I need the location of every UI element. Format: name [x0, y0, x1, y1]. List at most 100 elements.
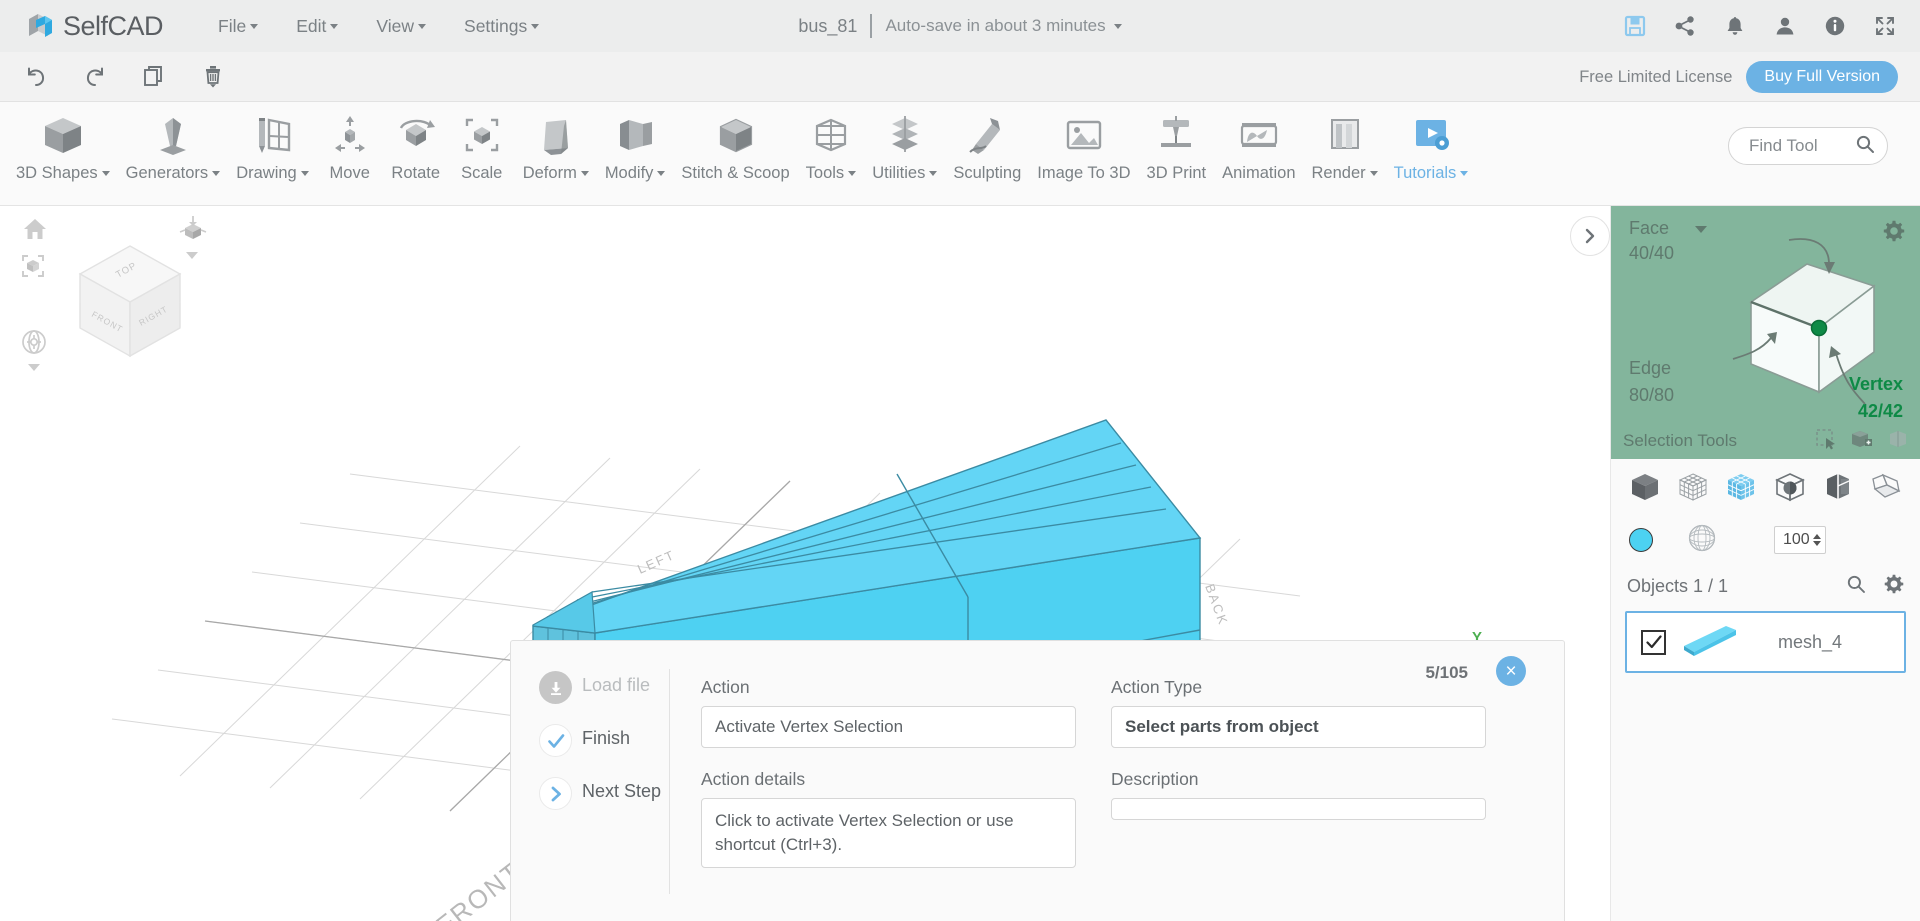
- quick-tools-group: [22, 63, 227, 91]
- move-arrows-icon: [325, 108, 375, 162]
- search-icon[interactable]: [1855, 134, 1875, 159]
- copy-icon[interactable]: [140, 63, 168, 91]
- action-value-field[interactable]: Activate Vertex Selection: [701, 706, 1076, 748]
- objects-title: Objects 1 / 1: [1627, 575, 1729, 596]
- ribbon-tutorials[interactable]: Tutorials: [1386, 102, 1477, 183]
- ribbon-image-to-3d[interactable]: Image To 3D: [1029, 102, 1138, 183]
- menu-settings[interactable]: Settings: [445, 10, 558, 43]
- spinner-up-icon[interactable]: [1813, 534, 1821, 539]
- utilities-icon: [880, 108, 930, 162]
- autosave-status[interactable]: Auto-save in about 3 minutes: [885, 16, 1105, 36]
- chevron-down-icon: [531, 24, 540, 30]
- opacity-stepper[interactable]: 100: [1774, 526, 1826, 554]
- main-menu-bar: File Edit View Settings: [199, 10, 558, 43]
- delete-icon[interactable]: [199, 63, 227, 91]
- action-details-value-field[interactable]: Click to activate Vertex Selection or us…: [701, 798, 1076, 869]
- ribbon-3d-print[interactable]: 3D Print: [1139, 102, 1215, 183]
- spinner-down-icon[interactable]: [1813, 541, 1821, 546]
- rectangle-select-icon[interactable]: [1815, 428, 1837, 455]
- right-side-panel: Face 40/40 Edge 80/80 Vertex 42/42 Selec…: [1610, 206, 1920, 921]
- tutorials-icon: [1406, 108, 1456, 162]
- fullscreen-icon[interactable]: [1872, 13, 1898, 39]
- save-icon[interactable]: [1622, 13, 1648, 39]
- wireframe-view-icon[interactable]: [1675, 469, 1711, 505]
- ribbon-image-to-3d-label: Image To 3D: [1037, 164, 1131, 182]
- orbit-icon[interactable]: [20, 328, 48, 361]
- chevron-down-icon[interactable]: [1113, 23, 1122, 29]
- menu-view-label: View: [376, 15, 415, 36]
- scale-icon: [457, 108, 507, 162]
- ribbon-tools[interactable]: Tools: [798, 102, 865, 183]
- chevron-down-icon[interactable]: [28, 364, 40, 371]
- ribbon-modify[interactable]: Modify: [597, 102, 674, 183]
- selfcad-application: SelfCAD File Edit View Settings bus_81 A…: [0, 0, 1920, 921]
- sculpting-icon: [962, 108, 1012, 162]
- ribbon-rotate[interactable]: Rotate: [383, 102, 449, 183]
- selection-tools-label: Selection Tools: [1623, 431, 1738, 450]
- ribbon-render[interactable]: Render: [1304, 102, 1386, 183]
- description-value-field[interactable]: [1111, 798, 1486, 820]
- gear-icon[interactable]: [1884, 574, 1904, 599]
- view-orientation-cube[interactable]: TOP FRONT RIGHT: [65, 234, 195, 369]
- solid-wireframe-view-icon[interactable]: [1723, 469, 1759, 505]
- description-label: Description: [1111, 769, 1199, 789]
- find-tool-search[interactable]: Find Tool: [1728, 127, 1888, 165]
- object-list-item[interactable]: mesh_4: [1625, 611, 1906, 673]
- ribbon-3d-shapes[interactable]: 3D Shapes: [8, 102, 118, 183]
- menu-file[interactable]: File: [199, 10, 277, 43]
- spinner-arrows-icon[interactable]: [1813, 534, 1821, 546]
- info-icon[interactable]: [1822, 13, 1848, 39]
- fit-to-view-icon[interactable]: [20, 253, 46, 284]
- deform-icon: [531, 108, 581, 162]
- ribbon-sculpting[interactable]: Sculpting: [945, 102, 1029, 183]
- title-separator: [870, 14, 873, 38]
- user-account-icon[interactable]: [1772, 13, 1798, 39]
- texture-sphere-icon[interactable]: [1687, 523, 1717, 558]
- flat-shading-icon[interactable]: [1820, 469, 1856, 505]
- check-icon: [539, 724, 572, 757]
- dialog-divider: [669, 669, 670, 894]
- selection-mode-panel: Face 40/40 Edge 80/80 Vertex 42/42 Selec…: [1611, 206, 1920, 459]
- menu-view[interactable]: View: [357, 10, 445, 43]
- load-file-step[interactable]: Load file: [539, 671, 669, 704]
- ribbon-deform[interactable]: Deform: [515, 102, 597, 183]
- ribbon-stitch-scoop[interactable]: Stitch & Scoop: [673, 102, 797, 183]
- ribbon-generators[interactable]: Generators: [118, 102, 229, 183]
- ribbon-utilities-label: Utilities: [872, 164, 926, 182]
- xray-view-icon[interactable]: [1772, 469, 1808, 505]
- box-select-icon[interactable]: [1851, 428, 1873, 455]
- ribbon-drawing[interactable]: Drawing: [228, 102, 317, 183]
- finish-step[interactable]: Finish: [539, 724, 669, 757]
- ribbon-animation[interactable]: Animation: [1214, 102, 1303, 183]
- buy-full-version-button[interactable]: Buy Full Version: [1746, 61, 1898, 93]
- redo-icon[interactable]: [81, 63, 109, 91]
- notification-bell-icon[interactable]: [1722, 13, 1748, 39]
- ribbon-scale[interactable]: Scale: [449, 102, 515, 183]
- unfold-icon[interactable]: [1868, 469, 1904, 505]
- action-type-value-field[interactable]: Select parts from object: [1111, 706, 1486, 748]
- brand-logo[interactable]: SelfCAD: [26, 11, 164, 42]
- material-row: 100: [1611, 515, 1920, 565]
- undo-icon[interactable]: [22, 63, 50, 91]
- panel-collapse-toggle[interactable]: [1570, 216, 1610, 256]
- chevron-down-icon: [1369, 171, 1378, 177]
- ribbon-rotate-label: Rotate: [391, 164, 441, 182]
- edge-selection-mode[interactable]: Edge 80/80: [1629, 358, 1674, 406]
- lasso-select-icon[interactable]: [1887, 428, 1909, 455]
- download-icon: [539, 671, 572, 704]
- object-color-swatch[interactable]: [1629, 528, 1653, 552]
- tutorial-step-dialog: 5/105 × Load file Finish Next Step Actio…: [510, 640, 1565, 921]
- close-icon[interactable]: ×: [1496, 656, 1526, 686]
- menu-edit[interactable]: Edit: [277, 10, 357, 43]
- object-visibility-checkbox[interactable]: [1641, 629, 1666, 655]
- search-icon[interactable]: [1846, 574, 1866, 599]
- document-name[interactable]: bus_81: [798, 16, 857, 37]
- share-icon[interactable]: [1672, 13, 1698, 39]
- ribbon-utilities[interactable]: Utilities: [864, 102, 945, 183]
- next-step[interactable]: Next Step: [539, 777, 669, 810]
- ribbon-move[interactable]: Move: [317, 102, 383, 183]
- solid-view-icon[interactable]: [1627, 469, 1663, 505]
- home-icon[interactable]: [22, 216, 48, 247]
- ribbon-stitch-scoop-label: Stitch & Scoop: [681, 164, 790, 182]
- chevron-down-icon: [212, 171, 221, 177]
